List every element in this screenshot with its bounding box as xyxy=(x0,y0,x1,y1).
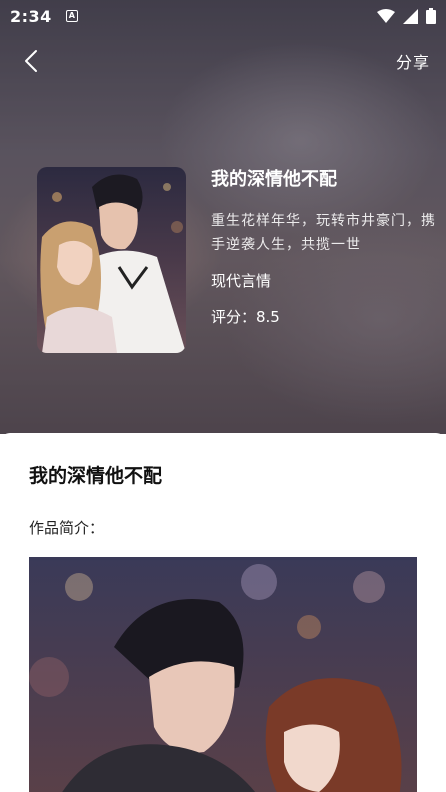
nav-bar: 分享 xyxy=(0,38,446,84)
book-cover-image xyxy=(37,167,186,353)
share-button[interactable]: 分享 xyxy=(396,49,430,73)
signal-icon xyxy=(403,8,418,24)
app-notification-icon: A xyxy=(65,10,78,22)
panel-book-title: 我的深情他不配 xyxy=(29,465,163,487)
battery-icon xyxy=(426,8,436,24)
status-time: 2:34 xyxy=(10,6,52,26)
status-bar: 2:34 A xyxy=(0,0,446,32)
book-info: 我的深情他不配 重生花样年华，玩转市井豪门，携手逆袭人生，共揽一世 现代言情 评… xyxy=(211,167,436,329)
wifi-icon xyxy=(377,9,395,23)
book-description: 重生花样年华，玩转市井豪门，携手逆袭人生，共揽一世 xyxy=(211,213,436,253)
book-rating: 评分：8.5 xyxy=(211,308,280,326)
back-button[interactable] xyxy=(16,46,46,76)
intro-illustration xyxy=(29,557,417,792)
intro-label: 作品简介： xyxy=(29,519,105,537)
book-genre: 现代言情 xyxy=(211,272,272,290)
detail-panel: 我的深情他不配 作品简介： xyxy=(0,433,446,792)
intro-illustration-image xyxy=(29,557,417,792)
book-title: 我的深情他不配 xyxy=(211,169,337,190)
book-cover[interactable] xyxy=(37,167,186,353)
chevron-left-icon xyxy=(25,50,37,72)
status-icons xyxy=(377,8,436,24)
